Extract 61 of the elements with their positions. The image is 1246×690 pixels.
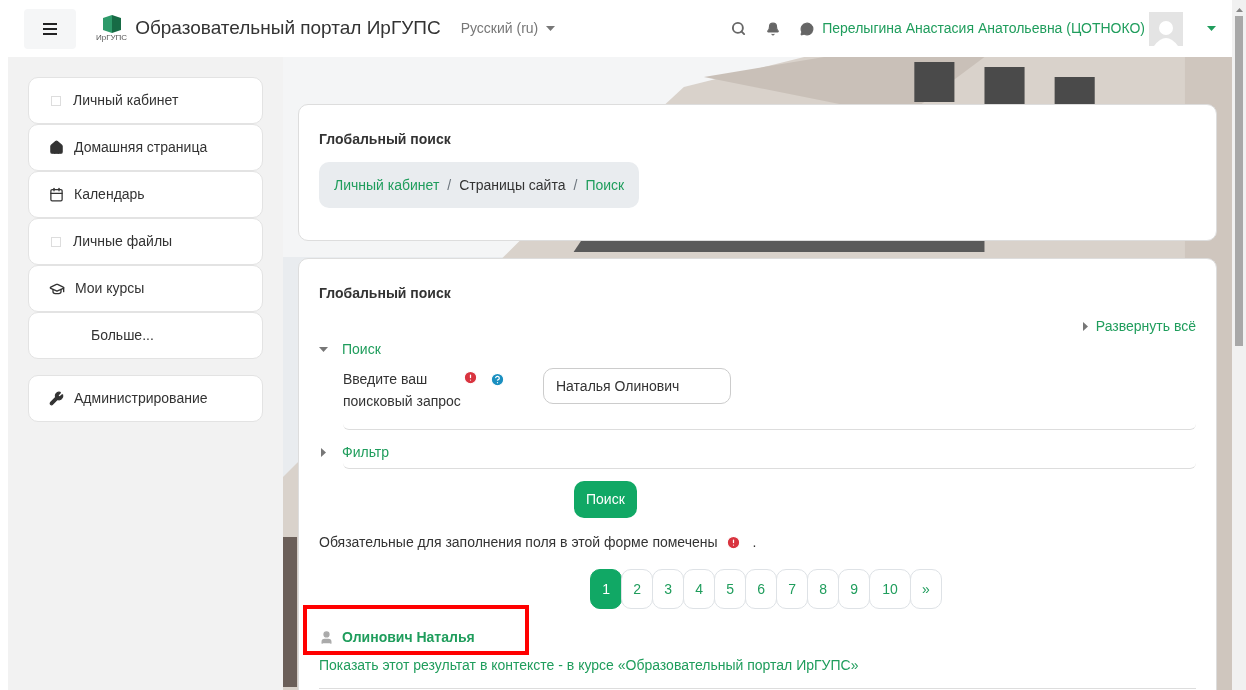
breadcrumb-separator: / bbox=[447, 175, 452, 195]
page-link[interactable]: 7 bbox=[776, 569, 809, 609]
card-title: Глобальный поиск bbox=[319, 284, 452, 303]
menu-icon bbox=[43, 22, 57, 35]
caret-icon[interactable] bbox=[1207, 26, 1216, 31]
sidebar-item[interactable]: Личные файлы bbox=[28, 218, 263, 265]
search-button[interactable]: Поиск bbox=[574, 481, 637, 518]
caret-right-icon bbox=[319, 448, 328, 457]
site-title[interactable]: Образовательный портал ИрГУПС bbox=[135, 14, 441, 43]
search-icon[interactable] bbox=[731, 21, 747, 36]
page-title: Глобальный поиск bbox=[319, 130, 452, 149]
result-title-link[interactable]: Олинович Наталья bbox=[342, 626, 475, 648]
home-icon bbox=[49, 140, 64, 155]
page-link[interactable]: 1 bbox=[590, 569, 623, 609]
page-link[interactable]: » bbox=[909, 569, 942, 609]
sidebar-item[interactable]: Мои курсы bbox=[28, 265, 263, 312]
page-link[interactable]: 3 bbox=[652, 569, 685, 609]
language-menu[interactable]: Русский (ru) bbox=[460, 18, 556, 39]
sidebar-item[interactable]: Календарь bbox=[28, 171, 263, 218]
required-icon bbox=[725, 535, 741, 550]
expand-all-link[interactable]: Развернуть всё bbox=[1082, 316, 1196, 337]
help-icon[interactable] bbox=[490, 372, 505, 387]
triangle-icon bbox=[1082, 322, 1088, 331]
section-toggle[interactable]: Фильтр bbox=[319, 442, 1196, 463]
section-toggle[interactable]: Поиск bbox=[319, 339, 1196, 360]
calendar-icon bbox=[49, 187, 64, 202]
breadcrumb-text: Страницы сайта bbox=[459, 175, 566, 195]
breadcrumb-link[interactable]: Личный кабинет bbox=[334, 174, 440, 196]
sidebar-item[interactable]: Больше... bbox=[28, 312, 263, 359]
placeholder-icon bbox=[51, 236, 61, 247]
breadcrumb-link[interactable]: Поиск bbox=[585, 174, 625, 196]
caret-down-icon bbox=[319, 345, 328, 354]
scroll-thumb[interactable] bbox=[1235, 16, 1243, 346]
page-link[interactable]: 4 bbox=[683, 569, 716, 609]
note-text: Обязательные для заполнения поля в этой форме помечены bbox=[319, 533, 718, 552]
breadcrumb-separator: / bbox=[573, 175, 578, 195]
context-link[interactable]: Показать этот результат в контексте - в курсе «Образовательный портал ИрГУПС» bbox=[319, 655, 1196, 676]
notification-bell-icon[interactable] bbox=[766, 21, 781, 36]
logo-caption: ИрГУПС bbox=[96, 33, 128, 42]
menu-button[interactable] bbox=[24, 8, 76, 49]
note-text: . bbox=[752, 533, 757, 552]
page-link[interactable]: 2 bbox=[621, 569, 654, 609]
caret-icon bbox=[546, 26, 556, 31]
field-label: Введите ваш поисковый запрос bbox=[343, 370, 462, 411]
search-query-field[interactable]: Наталья Олинович bbox=[543, 368, 731, 404]
scroll-up-icon[interactable] bbox=[1235, 8, 1243, 12]
page-link[interactable]: 10 bbox=[869, 569, 911, 609]
sidebar-item[interactable]: Личный кабинет bbox=[28, 77, 263, 124]
sidebar-item[interactable]: Домашняя страница bbox=[28, 124, 263, 171]
chat-bubble-icon[interactable] bbox=[800, 21, 815, 36]
page-link[interactable]: 8 bbox=[807, 569, 840, 609]
page-link[interactable]: 9 bbox=[838, 569, 871, 609]
scrollbar[interactable] bbox=[1232, 0, 1246, 690]
user-icon bbox=[319, 629, 334, 645]
placeholder-icon bbox=[51, 95, 61, 106]
user-name-link[interactable]: Перелыгина Анастасия Анатольевна (ЦОТНОКО) bbox=[822, 18, 1145, 39]
page-link[interactable]: 5 bbox=[714, 569, 747, 609]
wrench-icon bbox=[49, 391, 64, 406]
logo-icon bbox=[102, 15, 121, 33]
sidebar-item[interactable]: Администрирование bbox=[28, 375, 263, 422]
page-link[interactable]: 6 bbox=[745, 569, 778, 609]
